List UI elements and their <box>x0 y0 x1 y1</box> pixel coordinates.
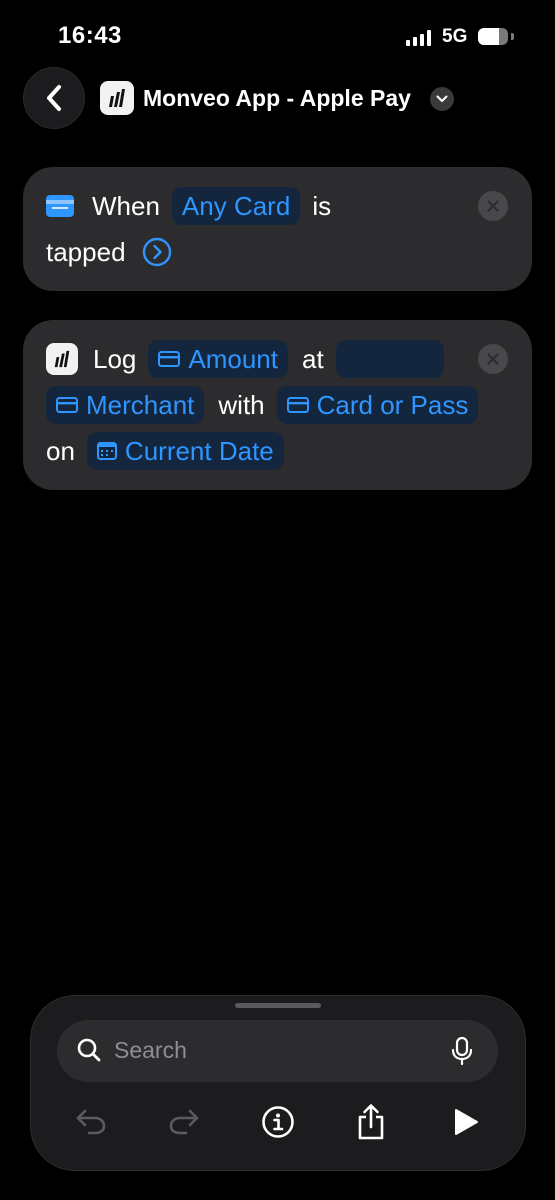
when-label: When <box>92 190 160 221</box>
card-icon <box>286 397 309 413</box>
remove-trigger-button[interactable] <box>478 191 508 221</box>
action-card[interactable]: Log Amount at Merchant with Card or Pass… <box>23 320 532 490</box>
any-card-token[interactable]: Any Card <box>171 187 301 225</box>
monveo-app-icon <box>100 81 134 115</box>
search-icon <box>77 1038 101 1062</box>
chevron-left-icon <box>47 85 61 111</box>
network-type: 5G <box>442 26 468 47</box>
log-label: Log <box>93 343 137 374</box>
undo-button[interactable] <box>69 1100 113 1144</box>
calendar-icon <box>96 442 117 460</box>
at-label: at <box>302 343 324 374</box>
action-line-1: Log Amount at <box>46 339 444 379</box>
amount-token-label: Amount <box>188 343 278 374</box>
shortcut-title[interactable]: Monveo App - Apple Pay <box>143 85 411 112</box>
chevron-right-circle-icon <box>142 237 171 267</box>
monveo-app-icon <box>46 343 78 375</box>
share-icon <box>358 1104 384 1140</box>
remove-action-button[interactable] <box>478 344 508 374</box>
back-button[interactable] <box>24 68 84 128</box>
card-icon <box>158 351 181 367</box>
close-icon <box>487 353 499 365</box>
trigger-line-1: When Any Card is <box>46 186 331 226</box>
trigger-card[interactable]: When Any Card is tapped <box>23 167 532 291</box>
close-icon <box>487 200 499 212</box>
tapped-label: tapped <box>46 236 126 267</box>
battery-fill <box>478 28 499 45</box>
redo-icon <box>169 1109 199 1135</box>
title-menu-button[interactable] <box>430 87 454 111</box>
status-time: 16:43 <box>58 22 122 49</box>
merchant-token-label: Merchant <box>86 389 195 420</box>
chevron-down-icon <box>436 95 448 102</box>
current-date-token[interactable]: Current Date <box>86 432 284 470</box>
merchant-token[interactable]: Merchant <box>46 386 205 424</box>
current-date-token-label: Current Date <box>124 435 274 466</box>
card-icon <box>56 397 78 413</box>
empty-parameter-slot[interactable] <box>335 340 444 378</box>
trigger-detail-button[interactable] <box>142 237 172 267</box>
action-line-3: on Current Date <box>46 431 284 471</box>
play-icon <box>455 1109 478 1135</box>
undo-icon <box>76 1109 106 1135</box>
on-label: on <box>46 435 75 466</box>
battery-icon <box>478 28 508 45</box>
share-button[interactable] <box>349 1100 393 1144</box>
battery-cap <box>511 33 514 40</box>
is-label: is <box>312 190 332 221</box>
action-line-2: Merchant with Card or Pass <box>46 385 479 425</box>
redo-button[interactable] <box>162 1100 206 1144</box>
panel-grabber[interactable] <box>235 1003 321 1008</box>
info-button[interactable] <box>256 1100 300 1144</box>
wallet-card-icon <box>46 195 74 217</box>
microphone-icon[interactable] <box>450 1036 474 1066</box>
cellular-signal-icon <box>406 30 434 46</box>
run-button[interactable] <box>444 1100 488 1144</box>
card-or-pass-token-label: Card or Pass <box>316 389 469 420</box>
trigger-line-2: tapped <box>46 232 172 272</box>
info-icon <box>262 1106 294 1138</box>
search-placeholder[interactable]: Search <box>114 1037 187 1064</box>
card-or-pass-token[interactable]: Card or Pass <box>276 386 479 424</box>
with-label: with <box>218 389 265 420</box>
amount-token[interactable]: Amount <box>148 340 288 378</box>
